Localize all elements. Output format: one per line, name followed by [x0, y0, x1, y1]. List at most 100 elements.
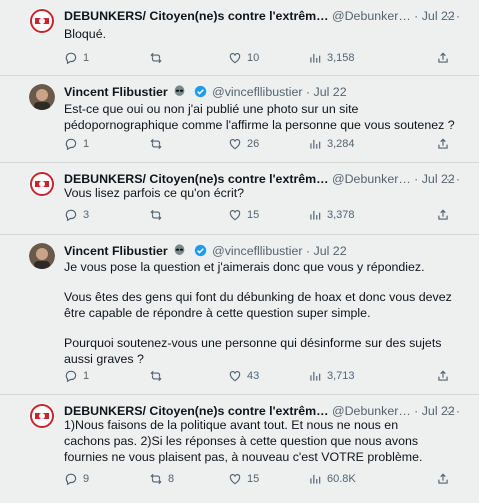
tweet-actions: 1 10 3,158 — [64, 51, 469, 67]
debunkers-logo-icon — [29, 171, 55, 197]
share-button[interactable] — [436, 51, 450, 65]
tweet-text: Je vous pose la question et j'aimerais d… — [64, 260, 452, 366]
reply-count: 9 — [83, 473, 90, 485]
retweet-button[interactable] — [149, 208, 168, 222]
author-name[interactable]: DEBUNKERS/ Citoyen(ne)s contre l'extrêm… — [64, 172, 329, 186]
views-button[interactable]: 3,158 — [308, 51, 355, 65]
views-button[interactable]: 60.8K — [308, 472, 356, 486]
alien-icon — [174, 85, 185, 96]
retweet-button[interactable] — [149, 51, 168, 65]
avatar[interactable] — [29, 84, 55, 110]
reply-icon — [65, 473, 77, 486]
heart-icon — [229, 210, 241, 221]
heart-icon — [229, 139, 241, 150]
retweet-icon — [150, 473, 162, 485]
views-button[interactable]: 3,713 — [308, 369, 355, 383]
share-button[interactable] — [436, 137, 450, 151]
reply-button[interactable]: 1 — [64, 51, 89, 65]
retweet-count: 8 — [168, 473, 175, 485]
reply-count: 1 — [83, 370, 90, 382]
reply-button[interactable]: 1 — [64, 369, 89, 383]
reply-icon — [65, 370, 77, 383]
author-name[interactable]: Vincent Flibustier — [64, 85, 168, 99]
share-icon — [438, 138, 448, 149]
person-photo-icon — [29, 84, 55, 110]
tweet-text: Est-ce que oui ou non j'ai publié une ph… — [64, 102, 455, 132]
share-icon — [438, 209, 448, 220]
views-icon — [310, 53, 321, 63]
author-name[interactable]: DEBUNKERS/ Citoyen(ne)s contre l'extrêm… — [64, 9, 329, 23]
share-icon — [438, 52, 448, 63]
tweet[interactable]: Vincent Flibustier @vincefllibustier · J… — [0, 235, 479, 395]
share-icon — [438, 473, 448, 484]
reply-count: 1 — [83, 138, 90, 150]
retweet-button[interactable] — [149, 137, 168, 151]
verified-icon — [194, 85, 206, 98]
like-button[interactable]: 15 — [228, 472, 259, 486]
tweet-text: 1)Nous faisons de la politique avant tou… — [64, 418, 423, 464]
retweet-icon — [150, 209, 162, 221]
tweet-text: Vous lisez parfois ce qu'on écrit? — [64, 186, 245, 200]
heart-icon — [229, 474, 241, 485]
retweet-icon — [150, 138, 162, 150]
tweet-actions: 9 8 15 60.8K — [64, 472, 469, 488]
reply-count: 1 — [83, 52, 90, 64]
avatar[interactable] — [29, 171, 55, 197]
heart-icon — [229, 371, 241, 382]
tweet-actions: 3 15 3,378 — [64, 208, 469, 224]
share-button[interactable] — [436, 369, 450, 383]
reply-button[interactable]: 3 — [64, 208, 89, 222]
author-name[interactable]: DEBUNKERS/ Citoyen(ne)s contre l'extrêm… — [64, 404, 329, 418]
author-name[interactable]: Vincent Flibustier — [64, 244, 168, 258]
tweet[interactable]: DEBUNKERS/ Citoyen(ne)s contre l'extrêm…… — [0, 163, 479, 235]
alien-icon — [174, 244, 185, 255]
handle-date[interactable]: @Debunker… · Jul 22 — [332, 172, 455, 186]
views-icon — [310, 139, 321, 149]
like-button[interactable]: 10 — [228, 51, 259, 65]
reply-icon — [65, 138, 77, 151]
reply-icon — [65, 209, 77, 222]
more-options-icon[interactable]: ··· — [446, 172, 461, 186]
retweet-icon — [150, 370, 162, 382]
share-button[interactable] — [436, 208, 450, 222]
tweet[interactable]: DEBUNKERS/ Citoyen(ne)s contre l'extrêm…… — [0, 0, 479, 76]
share-icon — [438, 370, 448, 381]
retweet-icon — [150, 52, 162, 64]
reply-button[interactable]: 9 — [64, 472, 89, 486]
tweet[interactable]: Vincent Flibustier @vincefllibustier · J… — [0, 76, 479, 163]
tweet[interactable]: DEBUNKERS/ Citoyen(ne)s contre l'extrêm…… — [0, 395, 479, 503]
views-count: 3,713 — [327, 370, 355, 382]
handle-date[interactable]: @Debunker… · Jul 22 — [332, 9, 455, 23]
views-count: 3,158 — [327, 52, 355, 64]
tweet-header: Vincent Flibustier @vincefllibustier · J… — [64, 243, 347, 259]
like-button[interactable]: 15 — [228, 208, 259, 222]
retweet-button[interactable] — [149, 369, 168, 383]
handle-date[interactable]: @vincefllibustier · Jul 22 — [212, 244, 346, 258]
retweet-button[interactable]: 8 — [149, 472, 174, 486]
like-button[interactable]: 26 — [228, 137, 259, 151]
like-count: 15 — [247, 473, 260, 485]
avatar[interactable] — [29, 243, 55, 269]
views-icon — [310, 474, 321, 484]
tweet-header: DEBUNKERS/ Citoyen(ne)s contre l'extrêm…… — [64, 8, 455, 24]
like-count: 43 — [247, 370, 260, 382]
reply-button[interactable]: 1 — [64, 137, 89, 151]
views-button[interactable]: 3,284 — [308, 137, 355, 151]
tweet-actions: 1 43 3,713 — [64, 369, 469, 385]
like-button[interactable]: 43 — [228, 369, 259, 383]
reply-icon — [65, 52, 77, 65]
tweet-header: Vincent Flibustier @vincefllibustier · J… — [64, 84, 347, 100]
debunkers-logo-icon — [29, 403, 55, 429]
more-options-icon[interactable]: ··· — [446, 404, 461, 418]
share-button[interactable] — [436, 472, 450, 486]
views-count: 3,378 — [327, 209, 355, 221]
avatar[interactable] — [29, 8, 55, 34]
avatar[interactable] — [29, 403, 55, 429]
like-count: 26 — [247, 138, 260, 150]
views-button[interactable]: 3,378 — [308, 208, 355, 222]
more-options-icon[interactable]: ··· — [446, 9, 461, 23]
views-count: 3,284 — [327, 138, 355, 150]
handle-date[interactable]: @Debunker… · Jul 22 — [332, 404, 455, 418]
handle-date[interactable]: @vincefllibustier · Jul 22 — [212, 85, 346, 99]
views-count: 60.8K — [327, 473, 356, 485]
